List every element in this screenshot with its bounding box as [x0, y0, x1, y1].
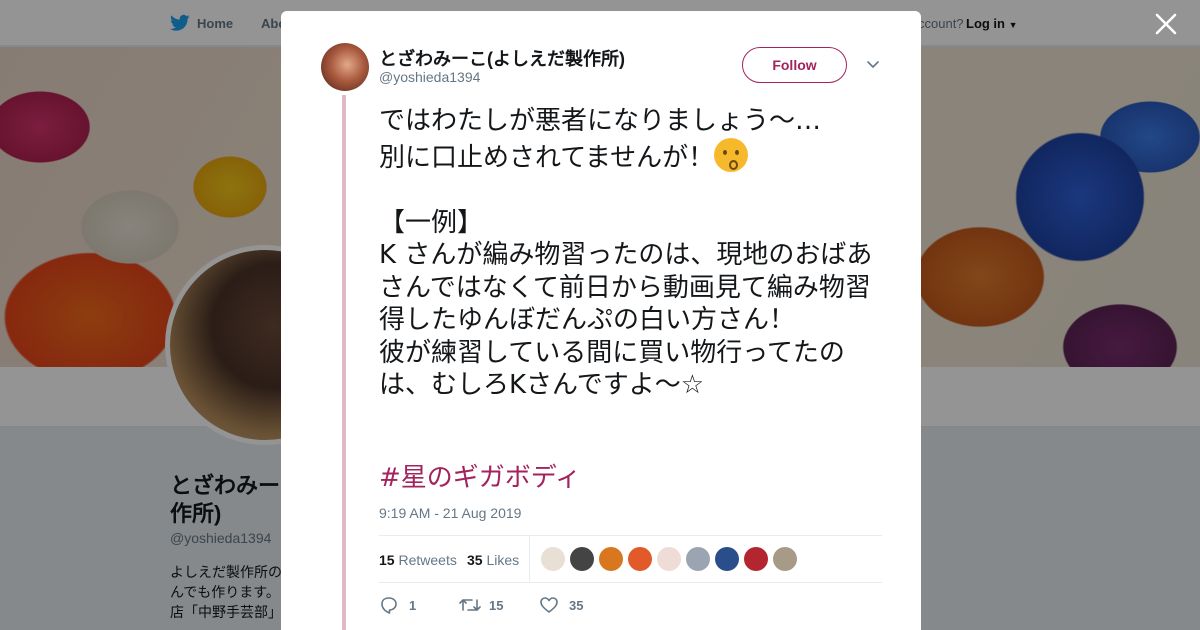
- likes-count: 35: [467, 552, 483, 568]
- author-handle[interactable]: @yoshieda1394: [379, 69, 480, 85]
- tweet-timestamp[interactable]: 9:19 AM - 21 Aug 2019: [379, 505, 521, 521]
- liker-avatar[interactable]: [570, 547, 594, 571]
- reply-icon: [381, 597, 397, 614]
- tweet-paragraph: ではわたしが悪者になりましょう～… 別に口止めされてませんが！: [379, 105, 889, 174]
- liker-avatar[interactable]: [773, 547, 797, 571]
- tweet-modal: とざわみーこ(よしえだ製作所) @yoshieda1394 Follow ではわ…: [281, 11, 921, 630]
- retweets-label: Retweets: [398, 552, 457, 568]
- retweet-count: 15: [489, 598, 504, 613]
- kissing-face-emoji-icon: [714, 137, 749, 172]
- tweet-paragraph-text: ではわたしが悪者になりましょう～… 別に口止めされてませんが！: [379, 106, 822, 173]
- liker-avatar[interactable]: [628, 547, 652, 571]
- close-icon[interactable]: [1154, 12, 1178, 36]
- follow-button[interactable]: Follow: [742, 47, 847, 83]
- liker-avatar[interactable]: [686, 547, 710, 571]
- retweet-icon: [459, 599, 481, 611]
- heart-icon: [540, 597, 558, 613]
- liker-avatar[interactable]: [657, 547, 681, 571]
- tweet-actions: 1 15 35: [379, 595, 882, 625]
- author-name[interactable]: とざわみーこ(よしえだ製作所): [379, 45, 625, 71]
- retweets-stat[interactable]: 15 Retweets: [379, 552, 457, 568]
- tweet-text: ではわたしが悪者になりましょう～… 別に口止めされてませんが！ 【一例】 K さ…: [379, 105, 889, 402]
- author-avatar[interactable]: [321, 43, 369, 91]
- tweet-paragraph-text: 【一例】 K さんが編み物習ったのは、現地のおばあさんではなくて前日から動画見て…: [379, 207, 873, 401]
- tweet-paragraph: 【一例】 K さんが編み物習ったのは、現地のおばあさんではなくて前日から動画見て…: [379, 207, 889, 402]
- hashtag-link[interactable]: #星のギガボディ: [379, 457, 581, 494]
- reply-count: 1: [409, 598, 417, 613]
- thread-line: [342, 95, 346, 630]
- chevron-down-icon[interactable]: [866, 59, 880, 71]
- liker-avatar[interactable]: [744, 547, 768, 571]
- liker-avatar[interactable]: [715, 547, 739, 571]
- liker-avatar[interactable]: [599, 547, 623, 571]
- stats-divider: [529, 536, 530, 583]
- likes-stat[interactable]: 35 Likes: [467, 552, 519, 568]
- retweets-count: 15: [379, 552, 395, 568]
- tweet-stats: 15 Retweets 35 Likes: [379, 535, 882, 583]
- like-count: 35: [569, 598, 584, 613]
- liker-avatar[interactable]: [541, 547, 565, 571]
- likes-label: Likes: [486, 552, 520, 568]
